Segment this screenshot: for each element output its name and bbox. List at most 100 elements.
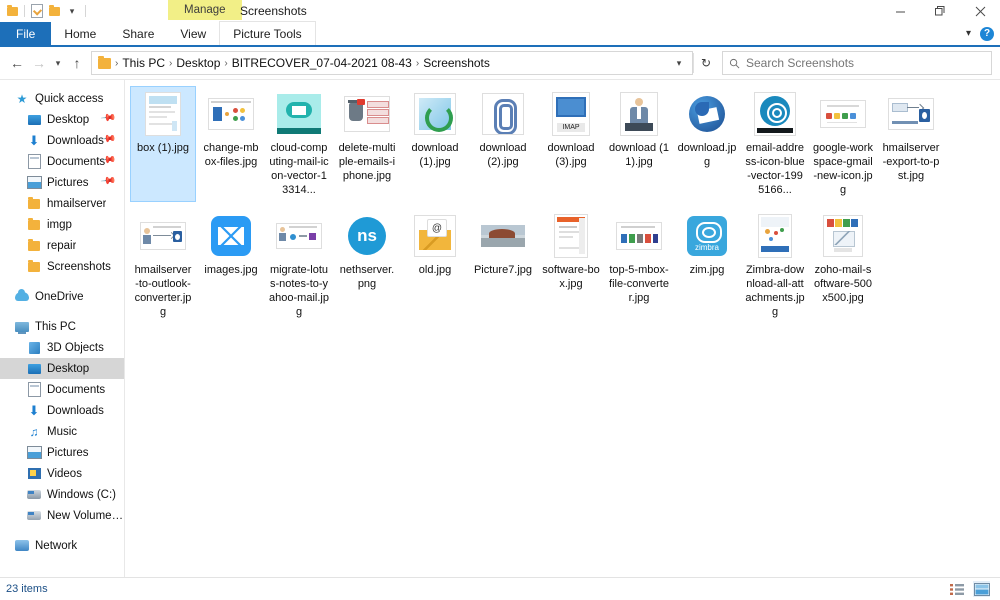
blue-envelope-thumbnail	[207, 212, 255, 260]
sidebar-item-label: Documents	[47, 155, 106, 168]
chevron-down-icon[interactable]: ▾	[966, 28, 971, 39]
sidebar-group-label: Network	[35, 539, 78, 552]
pin-icon[interactable]: 📌	[99, 173, 116, 189]
status-bar: 23 items	[0, 577, 1000, 600]
sidebar-item-new-volume-d[interactable]: New Volume (D:)	[0, 505, 124, 526]
this-pc-icon	[14, 319, 30, 335]
sidebar-item-screenshots[interactable]: Screenshots	[0, 256, 124, 277]
hmail-outlook-thumbnail	[139, 212, 187, 260]
tab-share[interactable]: Share	[109, 22, 167, 45]
file-item[interactable]: email-address-icon-blue-vector-1995166..…	[742, 86, 808, 202]
file-item[interactable]: hmailserver-to-outlook-converter.jpg	[130, 208, 196, 324]
breadcrumb-item-this-pc[interactable]: This PC	[119, 56, 168, 70]
file-item[interactable]: @ old.jpg	[402, 208, 468, 324]
sidebar-item-pictures-thispc[interactable]: Pictures	[0, 442, 124, 463]
sidebar-item-repair[interactable]: repair	[0, 235, 124, 256]
file-item[interactable]: zimbra zim.jpg	[674, 208, 740, 324]
file-item[interactable]: download (1).jpg	[402, 86, 468, 202]
sidebar-item-windows-c[interactable]: Windows (C:)	[0, 484, 124, 505]
file-item[interactable]: delete-multiple-emails-iphone.jpg	[334, 86, 400, 202]
arrow-right-icon[interactable]: →	[28, 51, 50, 75]
file-item[interactable]: box (1).jpg	[130, 86, 196, 202]
file-name: Picture7.jpg	[473, 264, 533, 276]
file-item[interactable]: zoho-mail-software-500x500.jpg	[810, 208, 876, 324]
details-view-icon[interactable]	[949, 581, 966, 597]
file-item[interactable]: Zimbra-download-all-attachments.jpg	[742, 208, 808, 324]
breadcrumb-item-desktop[interactable]: Desktop	[173, 56, 223, 70]
file-list-pane[interactable]: box (1).jpg change-mbox-files.jpg cloud-…	[124, 80, 1000, 577]
sidebar-item-downloads[interactable]: ⬇ Downloads 📌	[0, 130, 124, 151]
sidebar-item-documents-thispc[interactable]: Documents	[0, 379, 124, 400]
navigation-pane[interactable]: ★ Quick access Desktop 📌 ⬇ Downloads 📌 D…	[0, 80, 124, 577]
sidebar-item-imgp[interactable]: imgp	[0, 214, 124, 235]
search-icon	[729, 58, 740, 68]
breadcrumb[interactable]: › This PC › Desktop › BITRECOVER_07-04-2…	[91, 51, 693, 75]
sidebar-item-label: Downloads	[47, 134, 104, 147]
file-item[interactable]: cloud-computing-mail-icon-vector-13314..…	[266, 86, 332, 202]
sidebar-item-3d-objects[interactable]: 3D Objects	[0, 337, 124, 358]
sidebar-group-onedrive[interactable]: OneDrive	[0, 286, 124, 307]
file-item[interactable]: images.jpg	[198, 208, 264, 324]
search-input[interactable]: Search Screenshots	[722, 51, 992, 75]
chevron-down-icon[interactable]: ▾	[670, 53, 688, 73]
breadcrumb-item-bitrecover[interactable]: BITRECOVER_07-04-2021 08-43	[229, 56, 415, 70]
sidebar-item-desktop[interactable]: Desktop 📌	[0, 109, 124, 130]
file-item[interactable]: top-5-mbox-file-converter.jpg	[606, 208, 672, 324]
sidebar-item-documents[interactable]: Documents 📌	[0, 151, 124, 172]
sidebar-item-hmailserver[interactable]: hmailserver	[0, 193, 124, 214]
sidebar-group-quick-access[interactable]: ★ Quick access	[0, 88, 124, 109]
thunderbird-thumbnail	[683, 90, 731, 138]
file-item[interactable]: Picture7.jpg	[470, 208, 536, 324]
large-icons-view-icon[interactable]	[973, 581, 990, 597]
drive-icon	[26, 508, 42, 524]
sidebar-item-videos[interactable]: Videos	[0, 463, 124, 484]
sidebar-group-network[interactable]: Network	[0, 535, 124, 556]
file-item[interactable]: download (11).jpg	[606, 86, 672, 202]
sidebar-group-this-pc[interactable]: This PC	[0, 316, 124, 337]
file-item[interactable]: migrate-lotus-notes-to-yahoo-mail.jpg	[266, 208, 332, 324]
help-icon[interactable]: ?	[980, 26, 994, 41]
tab-home[interactable]: Home	[51, 22, 109, 45]
customize-caret-icon[interactable]: ▾	[64, 4, 80, 18]
sidebar-item-downloads-thispc[interactable]: ⬇ Downloads	[0, 400, 124, 421]
file-name: download.jpg	[677, 142, 737, 168]
tab-view[interactable]: View	[167, 22, 219, 45]
breadcrumb-item-screenshots[interactable]: Screenshots	[420, 56, 493, 70]
properties-icon[interactable]	[30, 4, 44, 18]
sidebar-item-label: Windows (C:)	[47, 488, 117, 501]
window-controls	[880, 0, 1000, 22]
minimize-button[interactable]	[880, 0, 920, 22]
sidebar-item-desktop-thispc[interactable]: Desktop	[0, 358, 124, 379]
folder-icon[interactable]	[5, 4, 19, 18]
restore-button[interactable]	[920, 0, 960, 22]
tab-file[interactable]: File	[0, 22, 52, 45]
file-item[interactable]: IMAP download (3).jpg	[538, 86, 604, 202]
sidebar-item-music[interactable]: ♫ Music	[0, 421, 124, 442]
file-item[interactable]: google-workspace-gmail-new-icon.jpg	[810, 86, 876, 202]
file-name: change-mbox-files.jpg	[203, 142, 259, 168]
file-item[interactable]: hmailserver-export-to-pst.jpg	[878, 86, 944, 202]
sidebar-item-label: Music	[47, 425, 78, 438]
close-button[interactable]	[960, 0, 1000, 22]
imap-screen-thumbnail: IMAP	[547, 90, 595, 138]
folder-icon	[98, 55, 111, 69]
recent-locations-icon[interactable]: ▾	[50, 51, 66, 75]
file-item[interactable]: change-mbox-files.jpg	[198, 86, 264, 202]
file-name: software-box.jpg	[542, 264, 600, 290]
file-item[interactable]: download.jpg	[674, 86, 740, 202]
new-folder-icon[interactable]	[47, 4, 61, 18]
file-item[interactable]: download (2).jpg	[470, 86, 536, 202]
sidebar-item-label: Documents	[47, 383, 106, 396]
arrow-up-icon[interactable]: ↑	[66, 51, 88, 75]
tab-picture-tools[interactable]: Picture Tools	[219, 21, 316, 45]
refresh-icon[interactable]: ↻	[693, 53, 718, 73]
sidebar-item-pictures[interactable]: Pictures 📌	[0, 172, 124, 193]
delete-emails-thumbnail	[343, 90, 391, 138]
file-name: images.jpg	[204, 264, 258, 276]
file-item[interactable]: ns nethserver.png	[334, 208, 400, 324]
arrow-left-icon[interactable]: ←	[6, 51, 28, 75]
file-item[interactable]: software-box.jpg	[538, 208, 604, 324]
pin-icon[interactable]: 📌	[99, 110, 116, 126]
contextual-tab-manage[interactable]: Manage	[168, 0, 242, 20]
file-name: hmailserver-export-to-pst.jpg	[882, 142, 940, 182]
